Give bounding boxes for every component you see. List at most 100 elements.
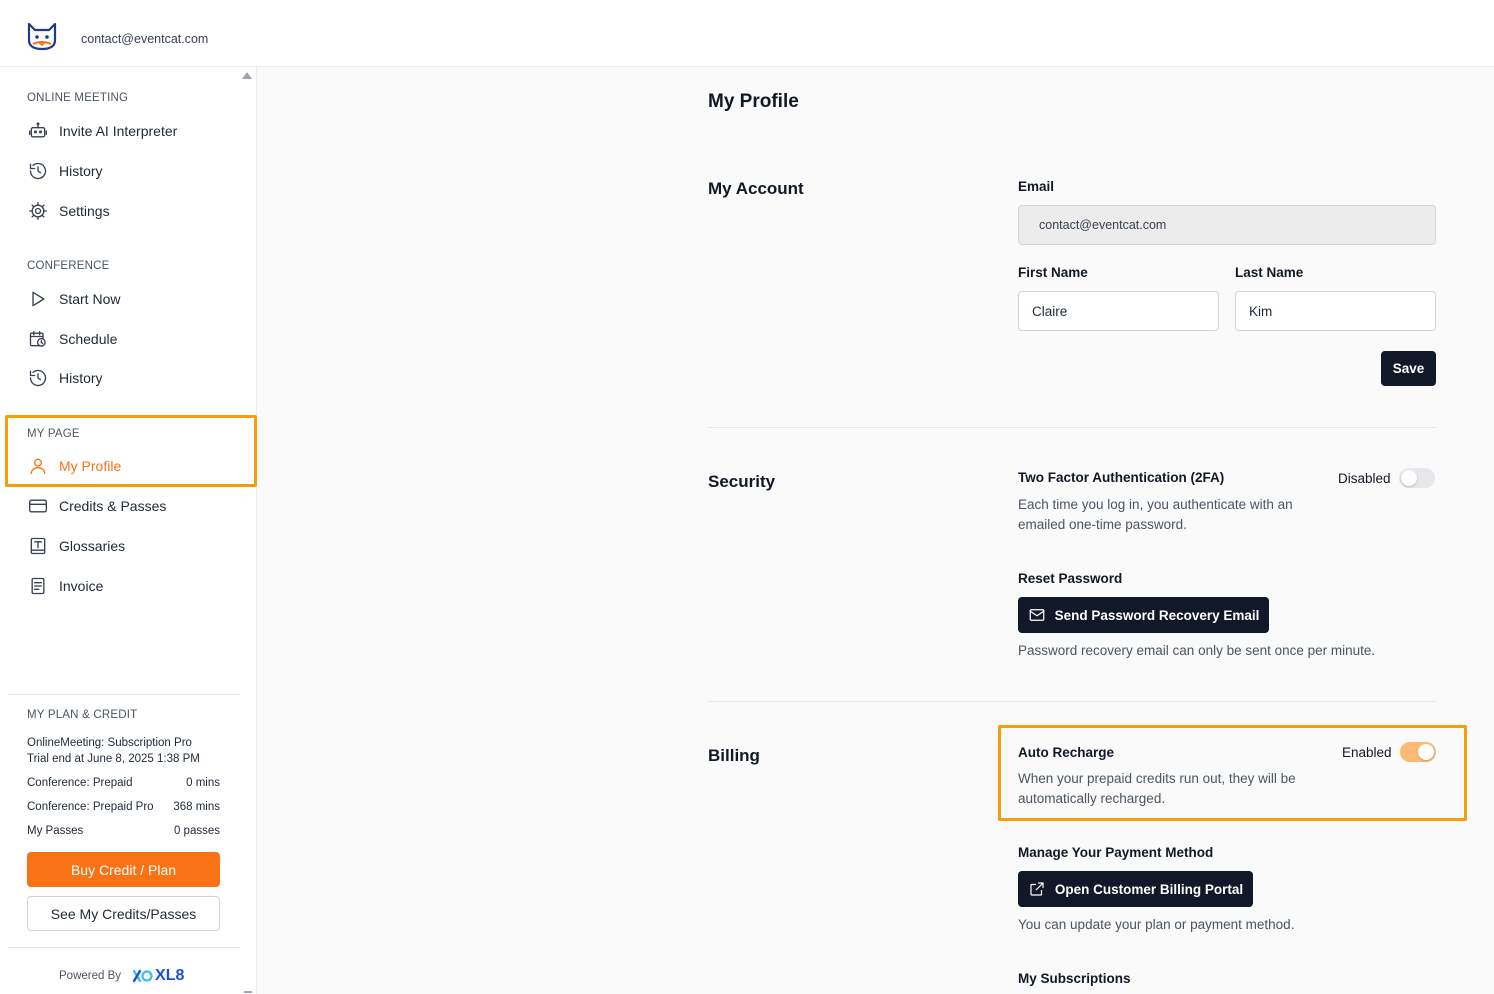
sidebar-item-label: History (59, 163, 103, 179)
see-my-credits-button[interactable]: See My Credits/Passes (27, 896, 220, 931)
auto-recharge-description-line: When your prepaid credits run out, they … (1018, 771, 1296, 786)
auto-recharge-toggle-group: Enabled (1342, 742, 1436, 762)
twofa-toggle-group: Disabled (1338, 468, 1435, 488)
send-password-recovery-label: Send Password Recovery Email (1054, 607, 1260, 623)
sidebar-item-label: Settings (59, 203, 110, 219)
invoice-icon (27, 575, 49, 597)
user-icon (27, 455, 49, 477)
plan-row-label: My Passes (27, 825, 84, 837)
sidebar-item-label: Invite AI Interpreter (59, 123, 178, 139)
sidebar-item-label: My Profile (59, 458, 122, 474)
eventcat-logo[interactable] (25, 20, 59, 52)
history-icon (27, 160, 49, 182)
divider (708, 427, 1436, 428)
divider (708, 701, 1436, 702)
calendar-clock-icon (27, 328, 49, 350)
sidebar-item-credits-passes[interactable]: Credits & Passes (27, 494, 166, 518)
plan-row-prepaid-pro: Conference: Prepaid Pro 368 mins (27, 801, 220, 813)
auto-recharge-label: Auto Recharge (1018, 745, 1115, 760)
save-button-label: Save (1392, 361, 1425, 376)
divider (8, 694, 240, 695)
section-title-my-account: My Account (708, 179, 804, 198)
brand-name: XL8 (155, 967, 185, 984)
save-button[interactable]: Save (1381, 351, 1436, 386)
glossary-icon (27, 535, 49, 557)
auto-recharge-toggle[interactable] (1399, 742, 1436, 762)
sidebar-item-invite-ai-interpreter[interactable]: Invite AI Interpreter (27, 119, 177, 143)
sidebar-item-schedule[interactable]: Schedule (27, 327, 117, 351)
page-title: My Profile (708, 91, 799, 112)
sidebar-item-history[interactable]: History (27, 159, 103, 183)
open-billing-portal-label: Open Customer Billing Portal (1054, 881, 1244, 897)
section-title-conference: CONFERENCE (27, 260, 110, 272)
reset-password-note: Password recovery email can only be sent… (1018, 643, 1376, 658)
email-label: Email (1018, 179, 1055, 194)
first-name-field[interactable] (1018, 291, 1219, 331)
mail-icon (1029, 609, 1044, 621)
sidebar-item-label: Glossaries (59, 538, 126, 554)
plan-row-prepaid: Conference: Prepaid 0 mins (27, 777, 220, 789)
twofa-description-line: Each time you log in, you authenticate w… (1018, 497, 1293, 512)
section-title-online-meeting: ONLINE MEETING (27, 92, 129, 104)
history-icon (27, 367, 49, 389)
sidebar: ONLINE MEETING Invite AI Interpreter His… (5, 67, 257, 994)
sidebar-item-invoice[interactable]: Invoice (27, 574, 103, 598)
twofa-status: Disabled (1338, 470, 1391, 486)
twofa-toggle[interactable] (1398, 468, 1435, 488)
auto-recharge-status: Enabled (1342, 744, 1392, 760)
sidebar-item-glossaries[interactable]: Glossaries (27, 534, 125, 558)
sidebar-item-settings[interactable]: Settings (27, 199, 110, 223)
last-name-field[interactable] (1235, 291, 1436, 331)
plan-row-value: 368 mins (173, 801, 220, 813)
my-subscriptions-label: My Subscriptions (1018, 971, 1131, 986)
email-field (1018, 205, 1436, 245)
play-icon (27, 288, 49, 310)
sidebar-item-start-now[interactable]: Start Now (27, 287, 120, 311)
section-title-my-page: MY PAGE (27, 428, 80, 440)
sidebar-item-label: Invoice (59, 578, 104, 594)
twofa-description-line: emailed one-time password. (1018, 517, 1187, 532)
sidebar-item-my-profile[interactable]: My Profile (27, 454, 121, 478)
plan-row-label: Conference: Prepaid (27, 777, 133, 789)
sidebar-item-label: Schedule (59, 331, 118, 347)
plan-row-passes: My Passes 0 passes (27, 825, 220, 837)
auto-recharge-description-line: automatically recharged. (1018, 791, 1166, 806)
powered-by: Powered By XL8 (59, 967, 184, 985)
sidebar-item-label: History (59, 370, 103, 386)
toggle-knob (1400, 470, 1417, 486)
divider (8, 947, 240, 948)
xl8-logo: XL8 (131, 967, 184, 985)
toggle-knob (1417, 744, 1434, 760)
reset-password-label: Reset Password (1018, 571, 1123, 586)
send-password-recovery-button[interactable]: Send Password Recovery Email (1018, 597, 1269, 633)
top-bar: contact@eventcat.com (0, 0, 1494, 67)
scroll-up-arrow-icon[interactable] (242, 72, 252, 79)
billing-portal-note: You can update your plan or payment meth… (1018, 917, 1295, 932)
powered-by-label: Powered By (59, 970, 122, 982)
sidebar-item-label: Start Now (59, 291, 121, 307)
plan-subscription: OnlineMeeting: Subscription Pro (27, 737, 192, 749)
card-icon (27, 495, 49, 517)
sidebar-item-label: Credits & Passes (59, 498, 167, 514)
open-billing-portal-button[interactable]: Open Customer Billing Portal (1018, 871, 1253, 907)
first-name-label: First Name (1018, 265, 1088, 280)
section-title-my-plan: MY PLAN & CREDIT (27, 709, 138, 721)
section-title-billing: Billing (708, 746, 760, 765)
plan-row-value: 0 mins (186, 777, 220, 789)
buy-credit-plan-button[interactable]: Buy Credit / Plan (27, 852, 220, 887)
gear-icon (27, 200, 49, 222)
scroll-down-indicator[interactable] (244, 991, 252, 993)
sidebar-item-conference-history[interactable]: History (27, 366, 103, 390)
main-content: My Profile My Account Email First Name L… (257, 67, 1494, 994)
xl8-mark-icon (132, 969, 153, 983)
auto-recharge-description: When your prepaid credits run out, they … (1018, 769, 1296, 809)
plan-row-label: Conference: Prepaid Pro (27, 801, 154, 813)
section-title-security: Security (708, 472, 776, 491)
robot-icon (27, 120, 49, 142)
account-email: contact@eventcat.com (81, 32, 209, 46)
payment-method-label: Manage Your Payment Method (1018, 845, 1214, 860)
external-link-icon (1030, 882, 1044, 896)
plan-trial-end: Trial end at June 8, 2025 1:38 PM (27, 753, 200, 765)
plan-row-value: 0 passes (173, 825, 220, 837)
twofa-description: Each time you log in, you authenticate w… (1018, 495, 1293, 535)
